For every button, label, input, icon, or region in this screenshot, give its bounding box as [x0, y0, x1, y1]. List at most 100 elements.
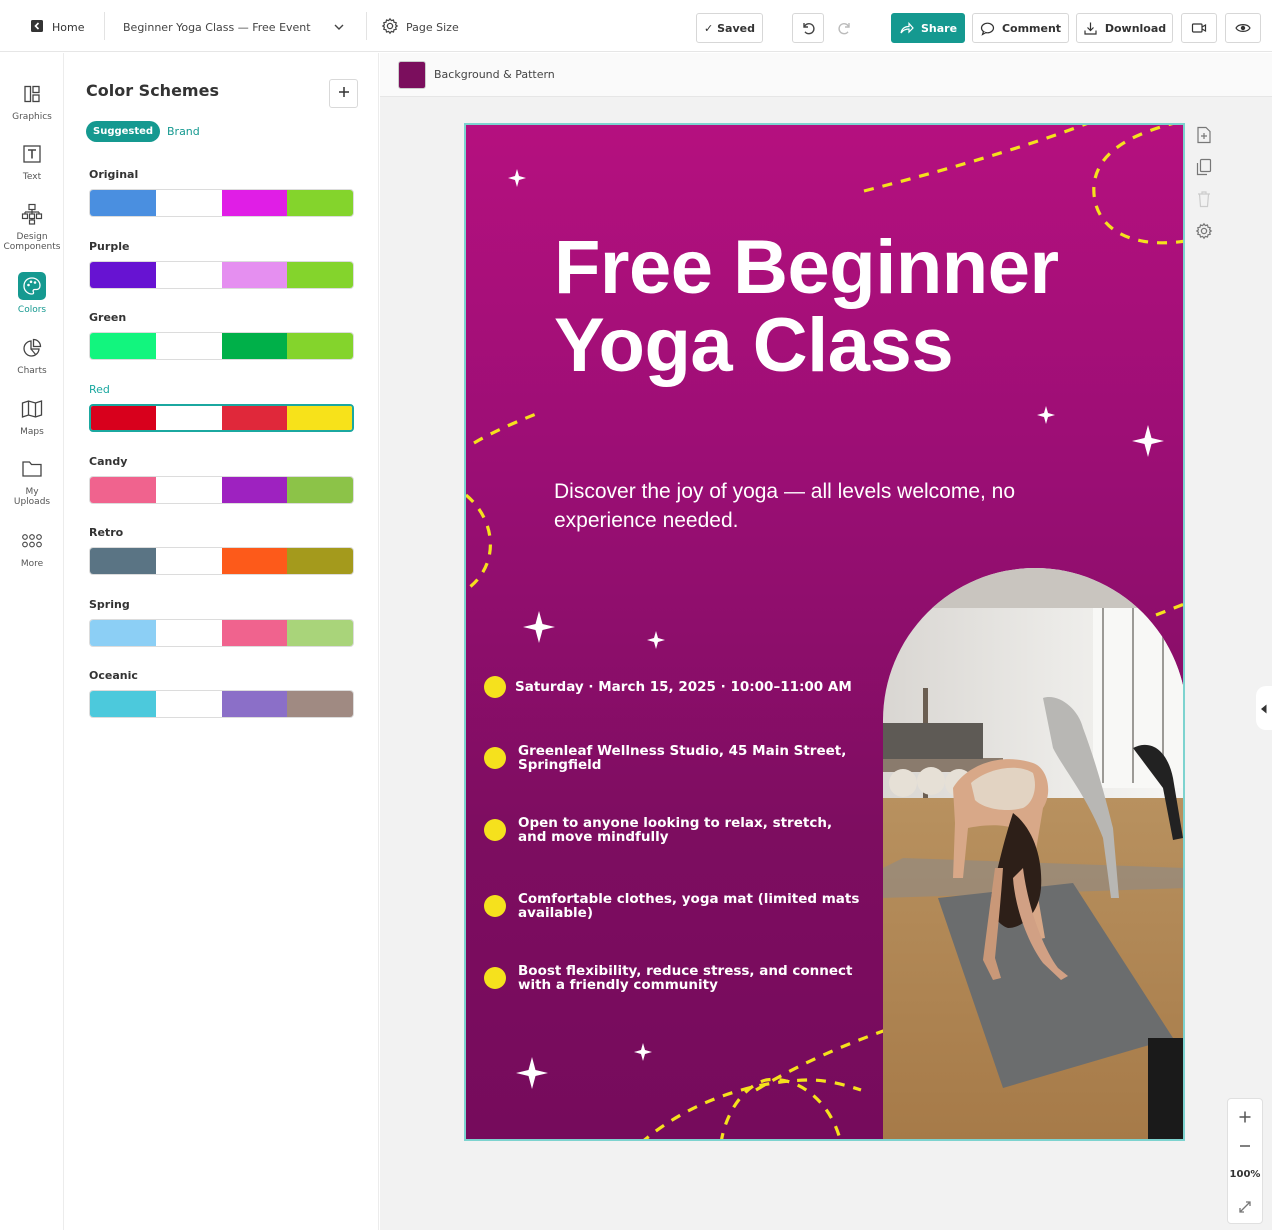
page-size-button[interactable]: Page Size	[381, 12, 459, 42]
fit-screen-button[interactable]	[1228, 1193, 1262, 1221]
yoga-photo[interactable]	[883, 568, 1183, 1139]
flyer-subtitle[interactable]: Discover the joy of yoga — all levels we…	[554, 477, 1114, 535]
event-detail-audience[interactable]: Open to anyone looking to relax, stretch…	[484, 816, 864, 844]
color-swatch[interactable]	[156, 406, 222, 430]
color-swatch[interactable]	[221, 333, 288, 359]
zoom-in-button[interactable]	[1228, 1103, 1262, 1131]
home-button[interactable]: Home	[30, 12, 84, 42]
color-scheme-original[interactable]: Original	[89, 168, 355, 217]
color-schemes-panel: Color Schemes Suggested Brand Original Pu…	[65, 53, 379, 1230]
rail-item-graphics[interactable]: Graphics	[0, 81, 64, 122]
color-swatch[interactable]	[155, 262, 222, 288]
scheme-name: Oceanic	[89, 669, 138, 682]
rail-item-design-components[interactable]: Design Components	[0, 201, 64, 252]
rail-label: My Uploads	[13, 487, 51, 507]
page-settings-button[interactable]	[1192, 219, 1216, 243]
color-scheme-oceanic[interactable]: Oceanic	[89, 669, 355, 718]
color-swatch[interactable]	[287, 190, 353, 216]
rail-item-colors[interactable]: Colors	[0, 272, 64, 315]
flyer-page[interactable]: Free Beginner Yoga Class Discover the jo…	[464, 123, 1185, 1141]
scheme-swatches[interactable]	[89, 261, 354, 289]
zoom-out-button[interactable]	[1228, 1132, 1262, 1160]
tab-suggested[interactable]: Suggested	[86, 121, 161, 142]
color-swatch[interactable]	[287, 548, 353, 574]
rail-item-more[interactable]: More	[0, 528, 64, 569]
expand-right-panel-button[interactable]	[1256, 686, 1272, 730]
divider	[104, 12, 105, 40]
scheme-swatches[interactable]	[89, 690, 354, 718]
duplicate-page-button[interactable]	[1192, 155, 1216, 179]
color-swatch[interactable]	[90, 620, 156, 646]
color-swatch[interactable]	[221, 406, 287, 430]
event-detail-location[interactable]: Greenleaf Wellness Studio, 45 Main Stree…	[484, 744, 864, 772]
flyer-title-line-2: Yoga Class	[554, 303, 954, 388]
color-swatch[interactable]	[155, 548, 222, 574]
color-swatch[interactable]	[90, 262, 156, 288]
color-swatch[interactable]	[90, 190, 156, 216]
color-swatch[interactable]	[221, 691, 288, 717]
color-swatch[interactable]	[221, 548, 288, 574]
color-swatch[interactable]	[287, 262, 353, 288]
rail-item-uploads[interactable]: My Uploads	[0, 456, 64, 507]
color-scheme-candy[interactable]: Candy	[89, 455, 355, 504]
delete-page-button[interactable]	[1192, 187, 1216, 211]
color-swatch[interactable]	[155, 190, 222, 216]
preview-button[interactable]	[1225, 13, 1261, 43]
color-swatch[interactable]	[90, 548, 156, 574]
color-swatch[interactable]	[221, 477, 288, 503]
scheme-swatches[interactable]	[89, 619, 354, 647]
color-swatch[interactable]	[287, 691, 353, 717]
color-swatch[interactable]	[221, 190, 288, 216]
download-button[interactable]: Download	[1076, 13, 1173, 43]
color-swatch[interactable]	[287, 477, 353, 503]
color-swatch[interactable]	[221, 262, 288, 288]
background-color-swatch[interactable]	[398, 61, 426, 89]
pie-chart-icon	[19, 335, 45, 361]
color-scheme-purple[interactable]: Purple	[89, 240, 355, 289]
scheme-swatches[interactable]	[89, 476, 354, 504]
saved-button[interactable]: ✓ Saved	[696, 13, 763, 43]
rail-item-maps[interactable]: Maps	[0, 396, 64, 437]
color-swatch[interactable]	[90, 333, 156, 359]
color-scheme-green[interactable]: Green	[89, 311, 355, 360]
present-button[interactable]	[1181, 13, 1217, 43]
background-pattern-label[interactable]: Background & Pattern	[434, 68, 555, 81]
color-scheme-retro[interactable]: Retro	[89, 526, 355, 575]
scheme-swatches[interactable]	[89, 332, 354, 360]
color-swatch[interactable]	[287, 620, 353, 646]
document-title[interactable]: Beginner Yoga Class — Free Event	[123, 12, 311, 42]
color-scheme-red[interactable]: Red	[89, 383, 355, 432]
event-detail-benefits[interactable]: Boost flexibility, reduce stress, and co…	[484, 964, 864, 992]
share-label: Share	[920, 21, 958, 35]
scheme-swatches[interactable]	[89, 547, 354, 575]
page-size-label: Page Size	[406, 20, 459, 34]
color-swatch[interactable]	[91, 406, 157, 430]
grid-dots-icon	[19, 528, 45, 554]
rail-label: More	[20, 559, 44, 569]
scheme-swatches[interactable]	[89, 189, 354, 217]
rail-item-text[interactable]: Text	[0, 141, 64, 182]
color-swatch[interactable]	[90, 477, 156, 503]
event-detail-bring[interactable]: Comfortable clothes, yoga mat (limited m…	[484, 892, 864, 920]
color-swatch[interactable]	[155, 477, 222, 503]
color-swatch[interactable]	[286, 406, 352, 430]
share-button[interactable]: Share	[891, 13, 965, 43]
rail-item-charts[interactable]: Charts	[0, 335, 64, 376]
color-scheme-spring[interactable]: Spring	[89, 598, 355, 647]
color-swatch[interactable]	[155, 691, 222, 717]
chevron-down-icon[interactable]	[330, 18, 348, 36]
add-scheme-button[interactable]	[329, 79, 358, 108]
color-swatch[interactable]	[221, 620, 288, 646]
scheme-swatches[interactable]	[89, 404, 354, 432]
comment-button[interactable]: Comment	[972, 13, 1069, 43]
flyer-title[interactable]: Free Beginner Yoga Class	[554, 229, 1154, 385]
event-detail-date[interactable]: Saturday · March 15, 2025 · 10:00–11:00 …	[484, 676, 864, 698]
color-swatch[interactable]	[287, 333, 353, 359]
undo-button[interactable]	[792, 13, 824, 43]
color-swatch[interactable]	[155, 620, 222, 646]
color-swatch[interactable]	[155, 333, 222, 359]
tab-brand[interactable]: Brand	[167, 121, 200, 142]
color-swatch[interactable]	[90, 691, 156, 717]
redo-button[interactable]	[829, 13, 861, 43]
add-page-button[interactable]	[1192, 123, 1216, 147]
